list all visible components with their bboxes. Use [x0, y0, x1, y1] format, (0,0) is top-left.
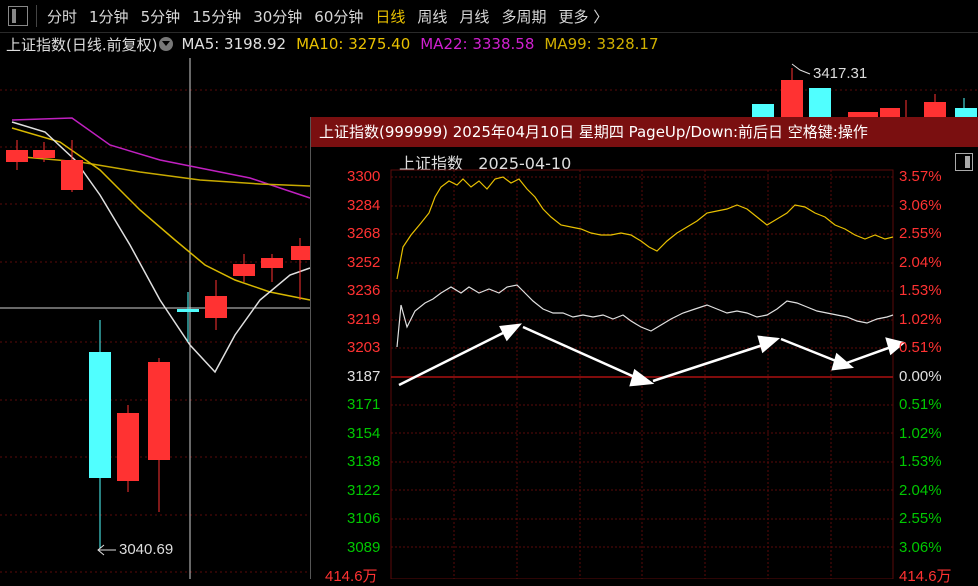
left-tick: 3300 [347, 168, 381, 185]
right-tick: 3.06% [899, 539, 942, 556]
right-tick: 0.00% [899, 368, 942, 385]
left-tick: 3203 [347, 339, 381, 356]
right-tick: 2.04% [899, 482, 942, 499]
right-tick: 2.55% [899, 225, 942, 242]
right-tick: 2.55% [899, 510, 942, 527]
right-tick: 3.57% [899, 168, 942, 185]
left-tick: 3252 [347, 254, 381, 271]
candles-left [6, 140, 310, 548]
left-tick: 3154 [347, 425, 381, 442]
left-tick: 3171 [347, 396, 381, 413]
intraday-popup[interactable]: 上证指数(999999) 2025年04月10日 星期四 PageUp/Down… [310, 117, 978, 585]
right-tick: 1.02% [899, 425, 942, 442]
left-tick: 3089 [347, 539, 381, 556]
avg-price-line [396, 176, 894, 280]
right-tick: 1.53% [899, 453, 942, 470]
left-tick: 3219 [347, 311, 381, 328]
high-price-label: 3417.31 [813, 65, 868, 82]
left-tick: 3284 [347, 197, 381, 214]
right-tick: 1.02% [899, 311, 942, 328]
right-tick: 0.51% [899, 396, 942, 413]
high-arrow [791, 63, 811, 75]
right-tick: 3.06% [899, 197, 942, 214]
volume-right-label: 414.6万 [899, 568, 952, 585]
intraday-chart [390, 169, 906, 579]
right-tick: 2.04% [899, 254, 942, 271]
price-line [396, 284, 894, 348]
ma22-line [11, 117, 311, 199]
left-tick: 3268 [347, 225, 381, 242]
left-tick: 3106 [347, 510, 381, 527]
right-tick: 1.53% [899, 282, 942, 299]
low-price-label: 3040.69 [119, 541, 174, 558]
left-tick: 3138 [347, 453, 381, 470]
left-tick: 3122 [347, 482, 381, 499]
left-tick: 3236 [347, 282, 381, 299]
volume-left-label: 414.6万 [325, 568, 378, 585]
right-tick: 0.51% [899, 339, 942, 356]
trend-arrows [398, 323, 906, 387]
left-tick: 3187 [347, 368, 381, 385]
ma10-line [11, 127, 311, 301]
